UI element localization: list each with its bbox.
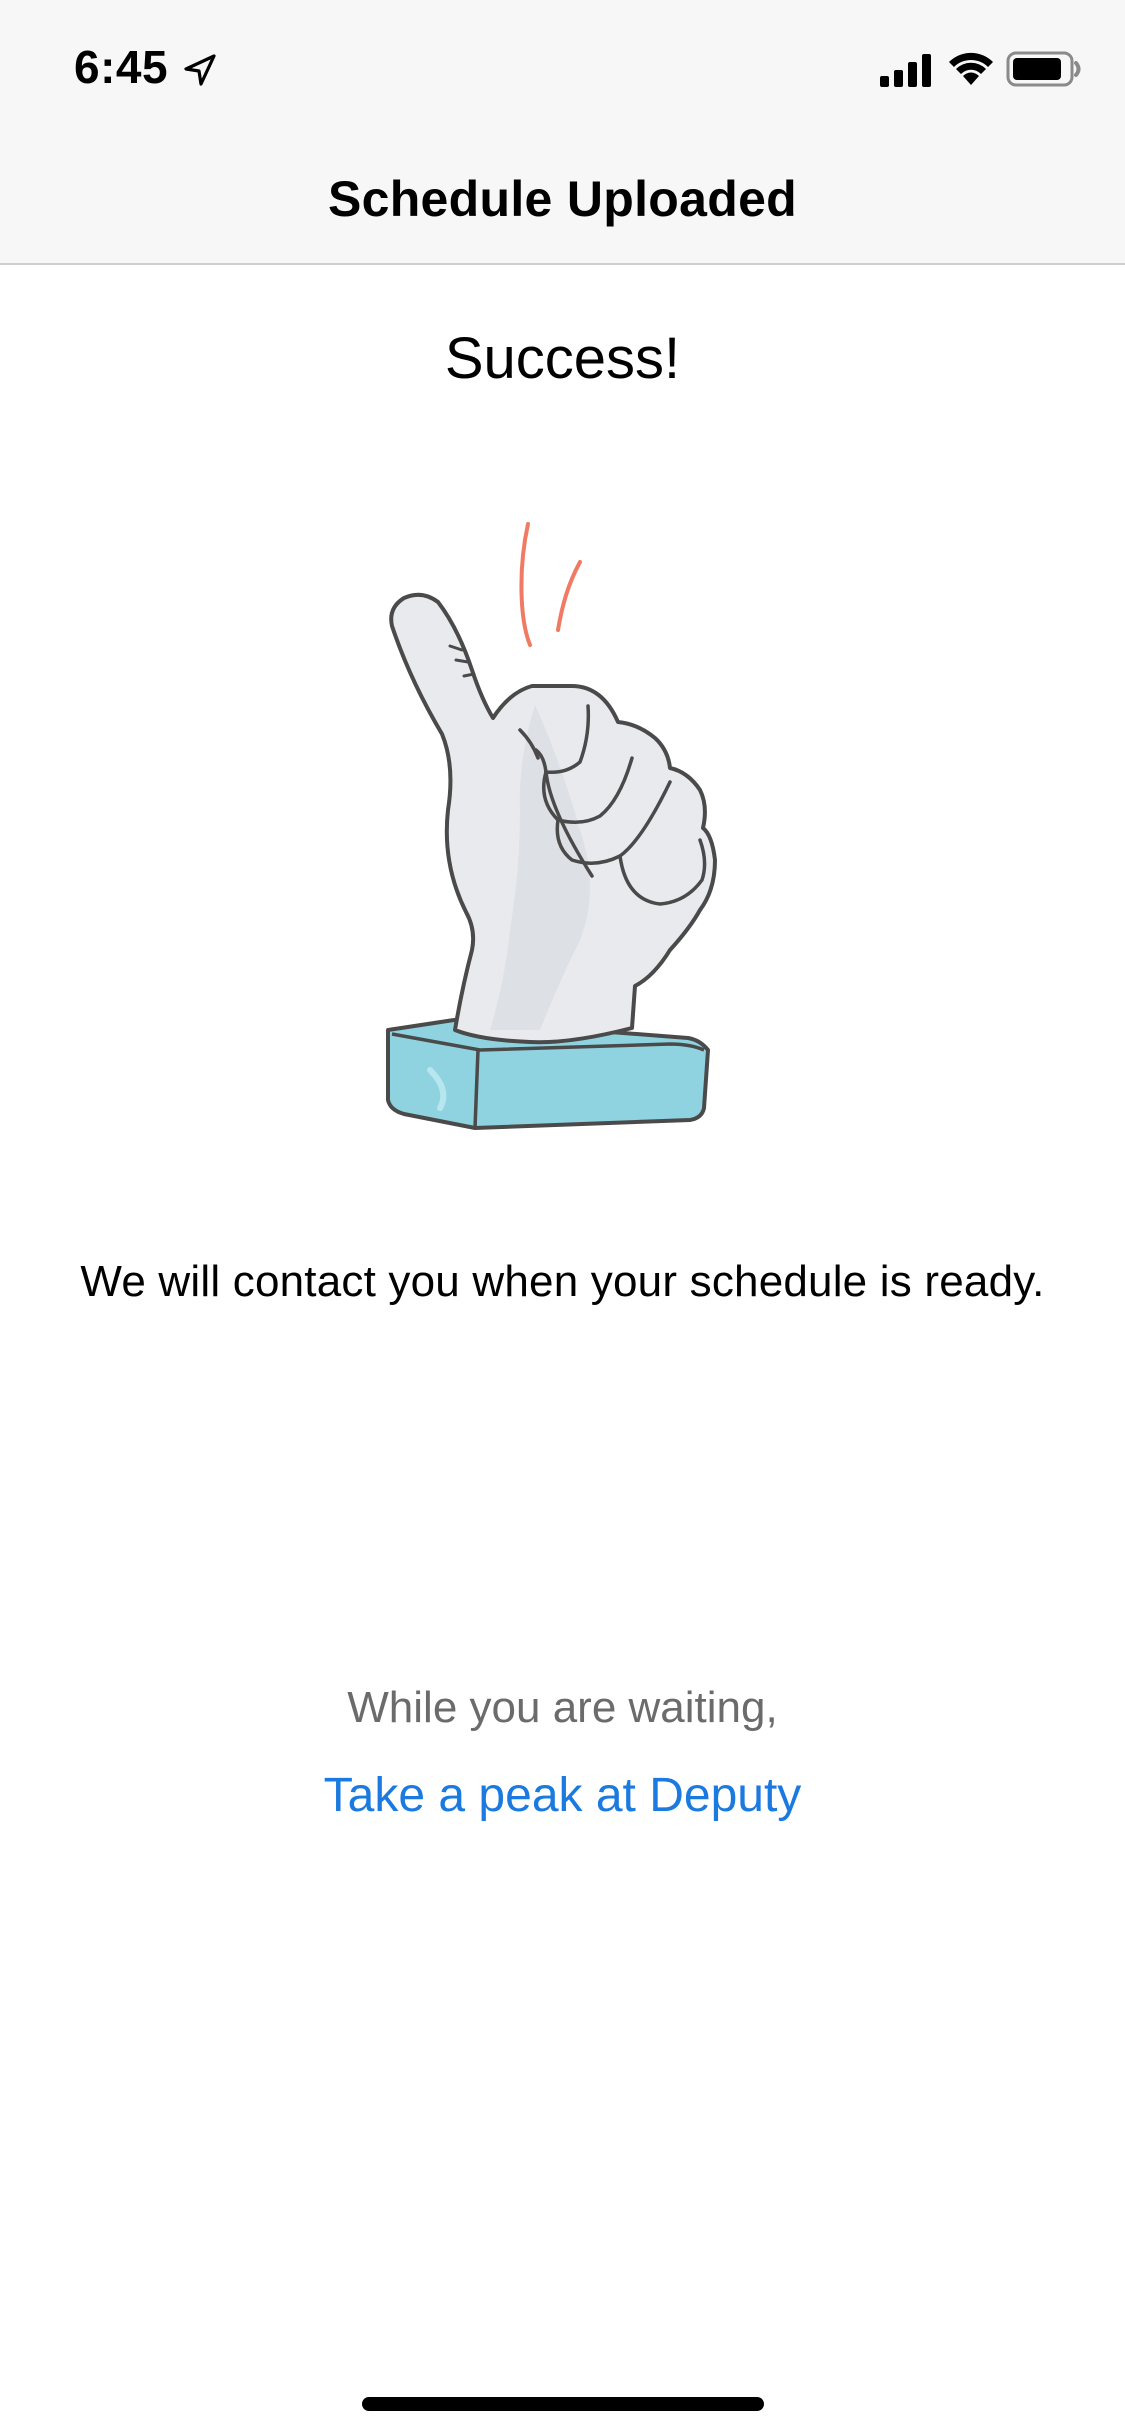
contact-message: We will contact you when your schedule i… <box>80 1257 1045 1306</box>
nav-title: Schedule Uploaded <box>327 171 798 227</box>
location-arrow-icon <box>184 54 216 86</box>
home-indicator[interactable] <box>362 2397 764 2411</box>
navigation-bar: Schedule Uploaded <box>0 132 1125 265</box>
thumbs-up-illustration <box>386 522 717 1130</box>
status-bar: 6:45 <box>0 0 1125 132</box>
take-a-peek-link[interactable]: Take a peak at Deputy <box>0 1768 1125 1823</box>
app-screen: 6:45 Schedule Uploaded Success! We will … <box>0 0 1125 2436</box>
cellular-signal-icon <box>880 54 931 87</box>
wifi-icon <box>949 52 993 85</box>
waiting-text: While you are waiting, <box>347 1683 778 1732</box>
battery-icon <box>1006 51 1081 87</box>
success-heading: Success! <box>444 326 681 391</box>
status-time: 6:45 <box>74 41 169 93</box>
